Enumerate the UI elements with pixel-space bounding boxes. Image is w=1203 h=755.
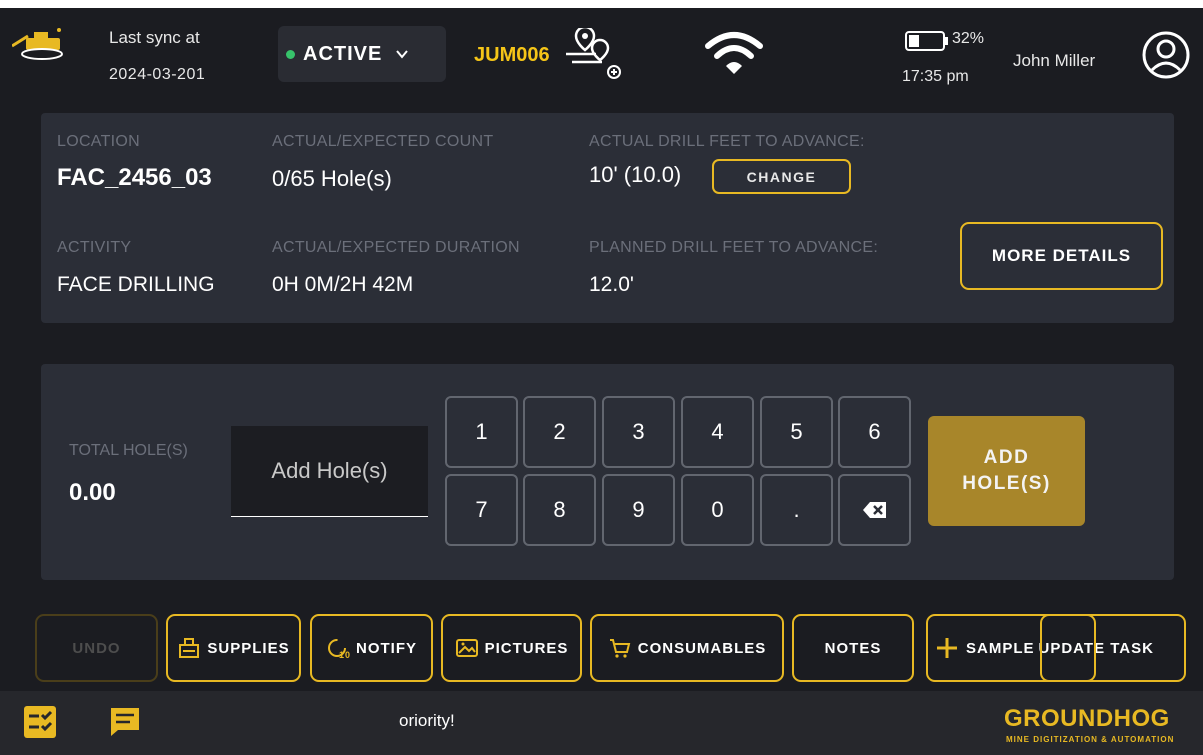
key-decimal[interactable]: . bbox=[760, 474, 833, 546]
pictures-button[interactable]: PICTURES bbox=[441, 614, 582, 682]
key-1[interactable]: 1 bbox=[445, 396, 518, 468]
key-0[interactable]: 0 bbox=[681, 474, 754, 546]
clock: 17:35 pm bbox=[902, 68, 969, 85]
chat-icon[interactable] bbox=[108, 705, 142, 739]
pictures-label: PICTURES bbox=[484, 639, 569, 657]
battery-percent: 32% bbox=[952, 30, 985, 47]
route-pin-icon[interactable] bbox=[562, 28, 626, 84]
hole-entry-panel: TOTAL HOLE(S) 0.00 1 2 3 4 5 6 7 8 9 0 .… bbox=[41, 364, 1174, 580]
count-value: 0/65 Hole(s) bbox=[272, 166, 392, 191]
backspace-key[interactable] bbox=[838, 474, 911, 546]
consumables-button[interactable]: CONSUMABLES bbox=[590, 614, 784, 682]
svg-text:10: 10 bbox=[339, 650, 350, 660]
key-8[interactable]: 8 bbox=[523, 474, 596, 546]
key-7[interactable]: 7 bbox=[445, 474, 518, 546]
add-holes-button[interactable]: ADD HOLE(S) bbox=[928, 416, 1085, 526]
add-holes-label-line2: HOLE(S) bbox=[962, 473, 1051, 494]
planned-drill-label: PLANNED DRILL FEET TO ADVANCE: bbox=[589, 239, 879, 256]
footer-bar: oriority! GROUNDHOG MINE DIGITIZATION & … bbox=[0, 691, 1203, 755]
task-info-panel: LOCATION FAC_2456_03 ACTUAL/EXPECTED COU… bbox=[41, 113, 1174, 323]
location-label: LOCATION bbox=[57, 133, 141, 150]
key-6[interactable]: 6 bbox=[838, 396, 911, 468]
planned-drill-value: 12.0' bbox=[589, 273, 634, 296]
more-details-button[interactable]: MORE DETAILS bbox=[960, 222, 1163, 290]
chevron-down-icon bbox=[396, 50, 409, 59]
total-holes-value: 0.00 bbox=[69, 479, 116, 506]
change-button[interactable]: CHANGE bbox=[712, 159, 851, 194]
drill-rig-icon bbox=[12, 28, 63, 60]
last-sync-date: 2024-03-201 bbox=[109, 66, 206, 83]
status-dropdown[interactable]: ACTIVE bbox=[278, 26, 446, 82]
activity-value: FACE DRILLING bbox=[57, 273, 215, 296]
key-2[interactable]: 2 bbox=[523, 396, 596, 468]
undo-button[interactable]: UNDO bbox=[35, 614, 158, 682]
notes-button[interactable]: NOTES bbox=[792, 614, 914, 682]
wifi-icon bbox=[705, 32, 763, 74]
key-3[interactable]: 3 bbox=[602, 396, 675, 468]
last-sync-label: Last sync at bbox=[109, 28, 200, 47]
actual-drill-value: 10' (10.0) bbox=[589, 162, 682, 187]
supplies-label: SUPPLIES bbox=[207, 639, 290, 657]
key-5[interactable]: 5 bbox=[760, 396, 833, 468]
activity-label: ACTIVITY bbox=[57, 239, 132, 256]
notify-label: NOTIFY bbox=[356, 639, 417, 657]
add-holes-field bbox=[231, 426, 428, 517]
plus-icon bbox=[937, 638, 957, 658]
add-holes-label-line1: ADD bbox=[983, 447, 1030, 469]
machine-id: JUM006 bbox=[474, 44, 550, 66]
brand-logo: GROUNDHOG bbox=[1004, 705, 1170, 732]
brand-tagline: MINE DIGITIZATION & AUTOMATION bbox=[1006, 735, 1175, 744]
pictures-icon bbox=[455, 639, 478, 657]
user-avatar-icon[interactable] bbox=[1141, 30, 1191, 80]
battery-icon bbox=[905, 31, 948, 51]
actual-drill-label: ACTUAL DRILL FEET TO ADVANCE: bbox=[589, 133, 865, 150]
update-task-button[interactable] bbox=[1040, 614, 1096, 682]
backspace-icon bbox=[862, 502, 886, 518]
supplies-button[interactable]: SUPPLIES bbox=[166, 614, 301, 682]
timer-notify-icon: 10 bbox=[328, 639, 350, 660]
consumables-label: CONSUMABLES bbox=[637, 639, 767, 657]
count-label: ACTUAL/EXPECTED COUNT bbox=[272, 133, 494, 150]
notification-ticker: oriority! bbox=[399, 711, 455, 730]
total-holes-label: TOTAL HOLE(S) bbox=[69, 442, 188, 459]
sample-label: SAMPLE bbox=[966, 639, 1035, 657]
top-bar: Last sync at 2024-03-201 ACTIVE JUM006 3… bbox=[0, 0, 1203, 92]
duration-value: 0H 0M/2H 42M bbox=[272, 273, 414, 296]
location-value: FAC_2456_03 bbox=[57, 164, 212, 191]
supplies-icon bbox=[179, 638, 200, 658]
active-dot-icon bbox=[286, 49, 295, 59]
key-4[interactable]: 4 bbox=[681, 396, 754, 468]
cart-icon bbox=[609, 639, 631, 658]
add-holes-input[interactable] bbox=[231, 426, 428, 516]
checklist-icon[interactable] bbox=[23, 705, 57, 739]
notify-button[interactable]: 10 NOTIFY bbox=[310, 614, 433, 682]
status-text: ACTIVE bbox=[303, 42, 383, 65]
duration-label: ACTUAL/EXPECTED DURATION bbox=[272, 239, 520, 256]
user-name: John Miller bbox=[1013, 51, 1096, 70]
key-9[interactable]: 9 bbox=[602, 474, 675, 546]
